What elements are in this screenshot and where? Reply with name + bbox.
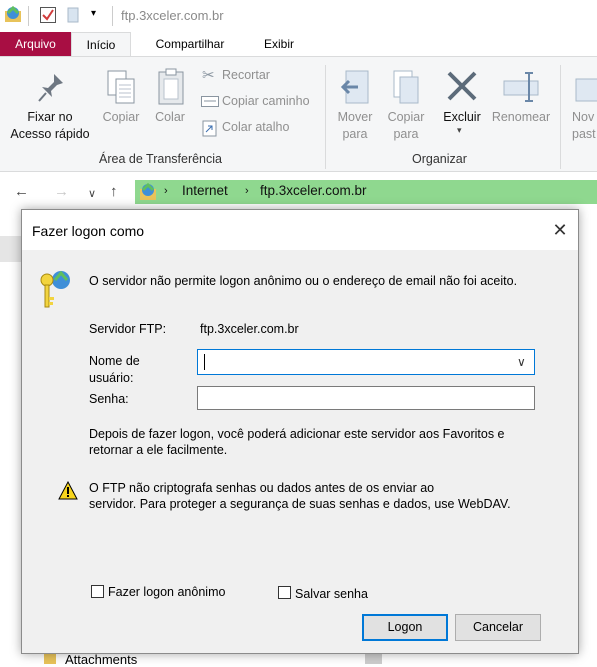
copy-to-icon — [393, 70, 419, 104]
rename-button[interactable]: Renomear — [489, 65, 553, 151]
copy-path-icon — [201, 96, 219, 107]
pin-to-quick-access-button[interactable]: Fixar no Acesso rápido — [2, 65, 98, 151]
move-label-1: Mover — [337, 110, 373, 124]
dialog-message: O servidor não permite logon anônimo ou … — [89, 274, 518, 288]
window-title: ftp.3xceler.com.br — [121, 8, 224, 23]
text-caret — [204, 354, 205, 370]
delete-dropdown-icon[interactable]: ▾ — [457, 125, 462, 136]
username-combobox[interactable]: ∨ — [197, 349, 535, 375]
pin-icon — [38, 74, 63, 102]
background-row — [0, 236, 21, 262]
move-to-icon — [340, 70, 369, 104]
breadcrumb-internet[interactable]: Internet — [182, 183, 228, 198]
copy-path-label: Copiar caminho — [222, 94, 310, 108]
qat-divider — [28, 6, 29, 26]
cut-label: Recortar — [222, 68, 270, 82]
save-password-checkbox[interactable] — [278, 586, 291, 599]
server-value: ftp.3xceler.com.br — [200, 322, 299, 336]
new-label-2: past — [572, 127, 596, 141]
login-dialog: Fazer logon como ✕ O servidor não permit… — [21, 209, 579, 654]
tab-arquivo[interactable]: Arquivo — [0, 32, 71, 56]
move-to-button[interactable]: Mover para — [330, 65, 380, 151]
rename-label: Renomear — [491, 110, 551, 124]
forward-arrow-icon[interactable]: → — [54, 183, 69, 200]
username-label-1: Nome de — [89, 354, 140, 368]
breadcrumb-chevron-icon[interactable]: › — [245, 185, 249, 197]
copy-path-button[interactable]: Copiar caminho — [200, 92, 320, 112]
group-separator — [325, 65, 326, 169]
logon-button[interactable]: Logon — [362, 614, 448, 641]
move-label-2: para — [342, 127, 368, 141]
scrollbar-thumb[interactable] — [365, 654, 382, 664]
copy-to-label-2: para — [393, 127, 419, 141]
cancel-button[interactable]: Cancelar — [455, 614, 541, 641]
server-label: Servidor FTP: — [89, 322, 167, 336]
properties-check-icon[interactable] — [39, 6, 57, 24]
new-folder-button[interactable]: Nov past — [566, 65, 597, 151]
breadcrumb-chevron-icon[interactable]: › — [164, 185, 168, 197]
up-arrow-icon[interactable]: ↑ — [110, 183, 118, 200]
delete-x-icon — [447, 71, 477, 101]
warning-line-1: O FTP não criptografa senhas ou dados an… — [89, 481, 435, 495]
keys-icon — [40, 270, 70, 308]
info-line-2: retornar a ele facilmente. — [89, 443, 228, 457]
password-field[interactable] — [197, 386, 535, 410]
back-arrow-icon[interactable]: ← — [14, 183, 29, 200]
organize-group-label: Organizar — [412, 152, 467, 166]
anonymous-logon-label[interactable]: Fazer logon anônimo — [108, 584, 225, 601]
chevron-down-icon[interactable]: ∨ — [517, 355, 526, 369]
ribbon: Fixar no Acesso rápido Copiar Colar ✂ Re… — [0, 56, 597, 172]
recent-dropdown-icon[interactable]: ∨ — [88, 187, 96, 200]
tab-compartilhar[interactable]: Compartilhar — [140, 32, 240, 56]
close-icon[interactable]: ✕ — [548, 218, 572, 242]
clipboard-group-label: Área de Transferência — [99, 152, 222, 166]
group-separator-2 — [560, 65, 561, 169]
dialog-title-bar: Fazer logon como ✕ — [22, 210, 578, 250]
new-folder-large-icon — [575, 78, 597, 102]
info-line-1: Depois de fazer logon, você poderá adici… — [89, 427, 505, 441]
delete-label: Excluir — [443, 110, 481, 124]
cut-button[interactable]: ✂ Recortar — [200, 66, 320, 86]
new-folder-icon[interactable] — [66, 6, 80, 24]
copy-to-button[interactable]: Copiar para — [381, 65, 431, 151]
password-label: Senha: — [89, 392, 129, 406]
folder-icon — [44, 654, 56, 664]
address-bar[interactable]: › Internet › ftp.3xceler.com.br — [135, 180, 597, 204]
copy-to-label-1: Copiar — [387, 110, 425, 124]
scissors-icon: ✂ — [202, 67, 215, 84]
paste-button[interactable]: Colar — [148, 65, 192, 151]
tab-exibir[interactable]: Exibir — [250, 32, 308, 56]
ribbon-tabs: Arquivo Início Compartilhar Exibir — [0, 32, 597, 56]
rename-icon — [503, 72, 539, 102]
warning-line-2: servidor. Para proteger a segurança de s… — [89, 497, 511, 511]
qat-dropdown-icon[interactable]: ▾ — [91, 8, 96, 19]
paste-shortcut-label: Colar atalho — [222, 120, 290, 134]
ftp-folder-icon — [5, 5, 21, 22]
paste-icon — [158, 68, 184, 105]
dialog-title: Fazer logon como — [32, 223, 145, 239]
new-label-1: Nov — [572, 110, 595, 124]
delete-button[interactable]: Excluir ▾ — [437, 65, 487, 151]
internet-icon — [140, 182, 156, 200]
save-password-label[interactable]: Salvar senha — [295, 586, 368, 603]
warning-icon — [58, 481, 78, 500]
copy-icon — [107, 70, 135, 104]
background-pane — [579, 236, 597, 664]
file-list: Attachments — [0, 652, 597, 667]
breadcrumb-site[interactable]: ftp.3xceler.com.br — [260, 183, 367, 198]
pin-label-2: Acesso rápido — [10, 127, 90, 141]
tab-inicio[interactable]: Início — [71, 32, 131, 56]
anonymous-logon-checkbox[interactable] — [91, 585, 104, 598]
pin-label-1: Fixar no — [27, 110, 73, 124]
copy-label: Copiar — [102, 110, 140, 124]
title-divider — [112, 6, 113, 26]
username-label-2: usuário: — [89, 371, 134, 385]
copy-button[interactable]: Copiar — [98, 65, 144, 151]
file-item-attachments[interactable]: Attachments — [65, 652, 137, 667]
paste-label: Colar — [155, 110, 185, 124]
paste-shortcut-button[interactable]: Colar atalho — [200, 118, 320, 138]
title-bar: ▾ ftp.3xceler.com.br — [0, 0, 597, 32]
paste-shortcut-icon — [202, 120, 217, 137]
